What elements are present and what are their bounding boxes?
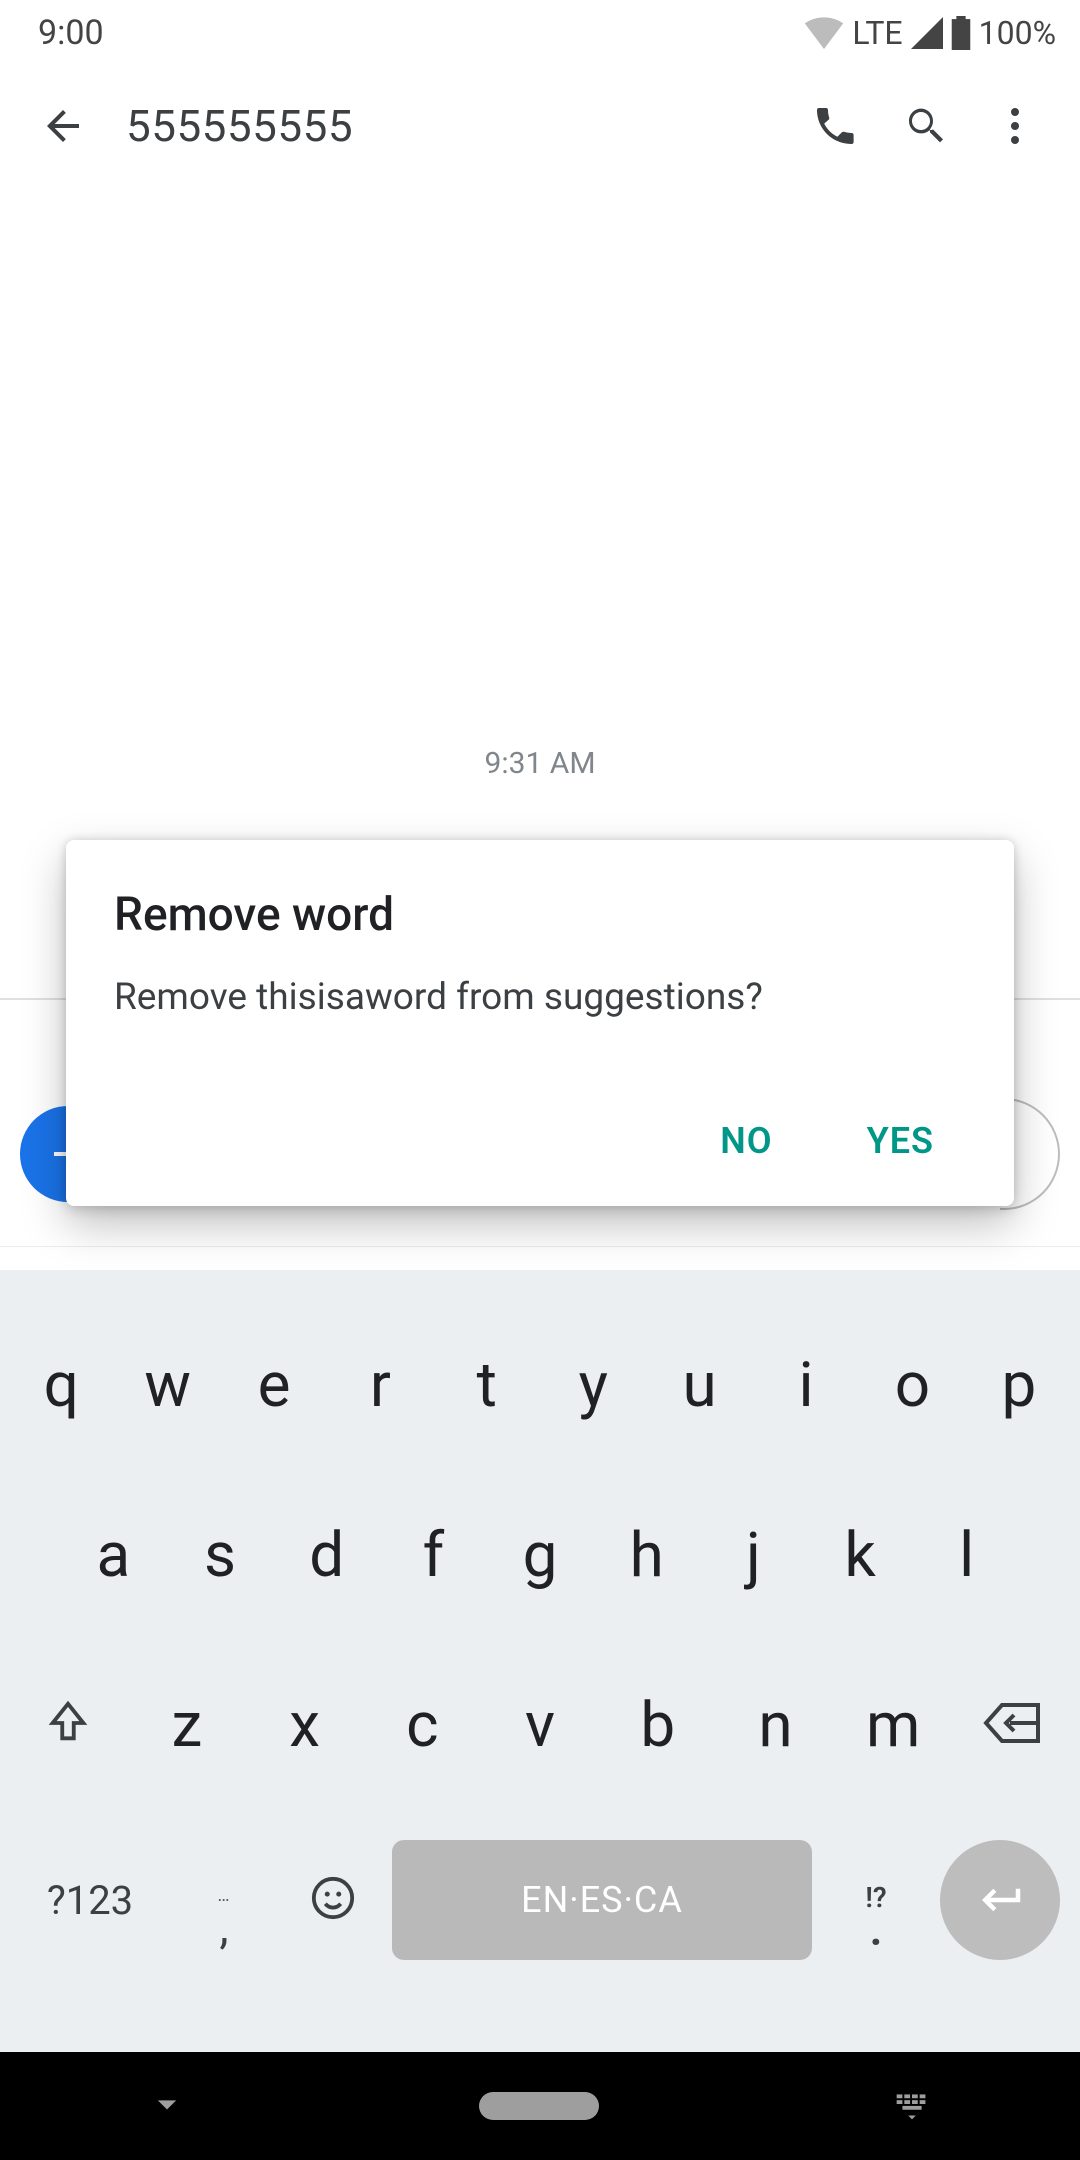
dialog-title: Remove word bbox=[114, 888, 966, 942]
dialog-scrim[interactable]: Remove word Remove thisisaword from sugg… bbox=[0, 0, 1080, 2160]
dialog-yes-button[interactable]: YES bbox=[855, 1104, 946, 1178]
remove-word-dialog: Remove word Remove thisisaword from sugg… bbox=[66, 840, 1014, 1206]
dialog-no-button[interactable]: NO bbox=[708, 1104, 784, 1178]
dialog-body: Remove thisisaword from suggestions? bbox=[114, 972, 966, 1024]
dialog-actions: NO YES bbox=[114, 1104, 966, 1178]
